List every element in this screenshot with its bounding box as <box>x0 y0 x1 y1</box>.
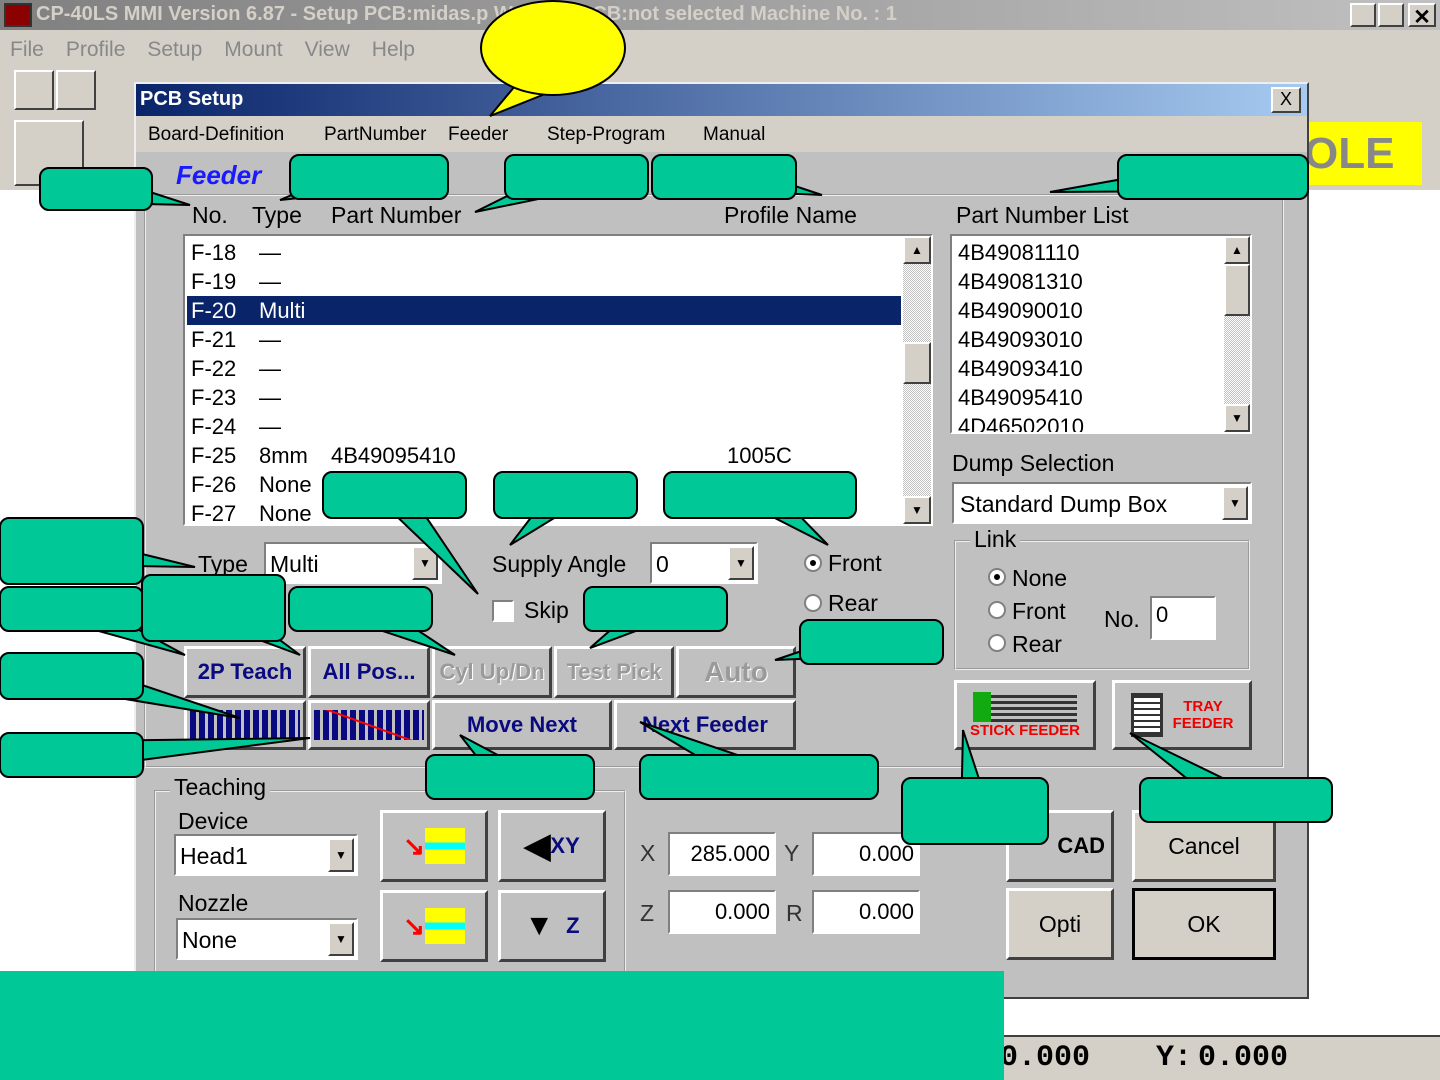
callout-box <box>39 167 153 211</box>
callout-box <box>901 777 1049 845</box>
callout-box <box>0 517 144 585</box>
callout-box <box>0 732 144 778</box>
callout-box <box>799 619 944 665</box>
callout-box <box>663 471 857 519</box>
callout-box <box>289 154 449 200</box>
callout-box <box>0 586 144 632</box>
callout-box <box>141 574 286 642</box>
callout-box <box>425 754 595 800</box>
callout-box <box>651 154 797 200</box>
callout-block <box>0 971 1004 1080</box>
callout-box <box>493 471 638 519</box>
callout-box <box>1139 777 1333 823</box>
callout-box <box>639 754 879 800</box>
callout-overlay <box>0 0 1333 1080</box>
callout-box <box>1117 154 1309 200</box>
callout-box <box>583 586 728 632</box>
speech-bubble <box>480 0 626 96</box>
callout-box <box>322 471 467 519</box>
callout-box <box>504 154 649 200</box>
callout-box <box>0 652 144 700</box>
callout-box <box>288 586 433 632</box>
